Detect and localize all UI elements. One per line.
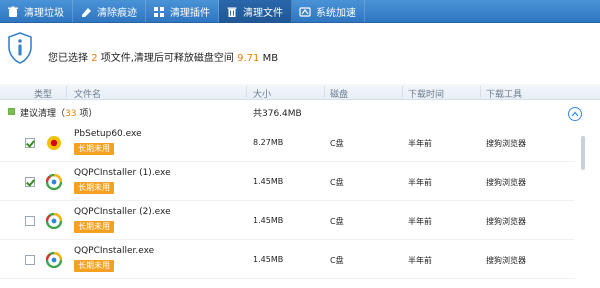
file-disk: C盘 (330, 256, 344, 265)
download-tool: 搜狗浏览器 (486, 256, 526, 265)
collapse-button[interactable] (568, 107, 582, 121)
tab-label: 清理文件 (243, 8, 283, 19)
row-checkbox[interactable] (25, 138, 35, 148)
download-tool: 搜狗浏览器 (486, 217, 526, 226)
long-unused-badge: 长期未用 (74, 221, 114, 233)
file-row[interactable]: PbSetup60.exe 长期未用 8.27MB C盘 半年前 搜狗浏览器 (0, 124, 574, 162)
col-filename[interactable]: 文件名 (74, 87, 101, 100)
file-disk: C盘 (330, 178, 344, 187)
group-checkbox[interactable] (8, 108, 15, 115)
col-download-time[interactable]: 下载时间 (408, 87, 444, 100)
eraser-icon (79, 5, 92, 18)
tab-label: 清理垃圾 (24, 8, 64, 19)
summary-middle: 项文件,清理后可释放磁盘空间 (100, 53, 234, 64)
tab-clean-junk[interactable]: 清理垃圾 (0, 0, 73, 23)
free-space-value: 9.71 (237, 53, 260, 64)
download-time: 半年前 (408, 256, 432, 265)
file-disk: C盘 (330, 217, 344, 226)
chevron-up-icon (571, 111, 579, 117)
group-total-size: 共376.4MB (253, 109, 302, 119)
download-time: 半年前 (408, 178, 432, 187)
file-size: 1.45MB (253, 177, 284, 186)
col-download-tool[interactable]: 下载工具 (486, 87, 522, 100)
group-label: 建议清理（33 项） (20, 106, 97, 119)
summary-panel: 您已选择 2 项文件,清理后可释放磁盘空间 9.71 MB (0, 24, 600, 80)
qqpc-installer-icon (46, 252, 62, 268)
free-space-unit: MB (262, 53, 279, 64)
download-tool: 搜狗浏览器 (486, 139, 526, 148)
download-tool: 搜狗浏览器 (486, 178, 526, 187)
group-count: 33 (65, 109, 77, 119)
column-divider (324, 86, 325, 98)
scrollbar-thumb[interactable] (581, 136, 585, 170)
col-disk[interactable]: 磁盘 (330, 87, 348, 100)
column-divider (480, 86, 481, 98)
pbsetup-app-icon (47, 136, 61, 150)
file-row[interactable]: QQPCInstaller (2).exe 长期未用 1.45MB C盘 半年前… (0, 202, 574, 240)
download-time: 半年前 (408, 139, 432, 148)
row-checkbox[interactable] (25, 177, 35, 187)
file-size: 8.27MB (253, 138, 284, 147)
file-trash-icon (225, 5, 238, 18)
row-checkbox[interactable] (25, 255, 35, 265)
tab-label: 系统加速 (316, 8, 356, 19)
column-divider (66, 86, 67, 98)
qqpc-installer-icon (46, 213, 62, 229)
row-checkbox[interactable] (25, 216, 35, 226)
top-toolbar: 清理垃圾 清除痕迹 清理插件 清理文件 系统加速 (0, 0, 600, 23)
summary-prefix: 您已选择 (48, 53, 88, 64)
tab-label: 清理插件 (170, 8, 210, 19)
file-name: PbSetup60.exe (74, 129, 142, 139)
selected-count: 2 (91, 53, 98, 64)
long-unused-badge: 长期未用 (74, 260, 114, 272)
long-unused-badge: 长期未用 (74, 182, 114, 194)
group-name-suffix: 项） (76, 109, 98, 119)
shield-info-icon (8, 32, 32, 64)
file-row[interactable]: QQPCInstaller.exe 长期未用 1.45MB C盘 半年前 搜狗浏… (0, 241, 574, 279)
file-size: 1.45MB (253, 255, 284, 264)
tab-system-speedup[interactable]: 系统加速 (292, 0, 365, 23)
tab-clean-files[interactable]: 清理文件 (219, 0, 292, 23)
file-name: QQPCInstaller (1).exe (74, 168, 171, 178)
column-header-row: 类型 文件名 大小 磁盘 下载时间 下载工具 (0, 84, 600, 100)
qqpc-installer-icon (46, 174, 62, 190)
vertical-scrollbar[interactable] (574, 124, 600, 288)
file-size: 1.45MB (253, 216, 284, 225)
download-time: 半年前 (408, 217, 432, 226)
col-type[interactable]: 类型 (34, 87, 52, 100)
column-divider (402, 86, 403, 98)
long-unused-badge: 长期未用 (74, 143, 114, 155)
file-row[interactable]: QQPCInstaller (1).exe 长期未用 1.45MB C盘 半年前… (0, 163, 574, 201)
file-name: QQPCInstaller.exe (74, 246, 155, 256)
summary-text: 您已选择 2 项文件,清理后可释放磁盘空间 9.71 MB (48, 49, 278, 64)
file-name: QQPCInstaller (2).exe (74, 207, 171, 217)
file-disk: C盘 (330, 139, 344, 148)
group-name-prefix: 建议清理（ (20, 109, 66, 119)
plugin-icon (152, 5, 165, 18)
col-size[interactable]: 大小 (253, 87, 271, 100)
tab-clean-plugins[interactable]: 清理插件 (146, 0, 219, 23)
trash-can-icon (6, 5, 19, 18)
tab-clear-traces[interactable]: 清除痕迹 (73, 0, 146, 23)
file-list: PbSetup60.exe 长期未用 8.27MB C盘 半年前 搜狗浏览器 Q… (0, 124, 574, 288)
column-divider (246, 86, 247, 98)
speed-icon (298, 5, 311, 18)
tab-label: 清除痕迹 (97, 8, 137, 19)
group-suggested-clean[interactable]: 建议清理（33 项） 共376.4MB (0, 101, 600, 123)
